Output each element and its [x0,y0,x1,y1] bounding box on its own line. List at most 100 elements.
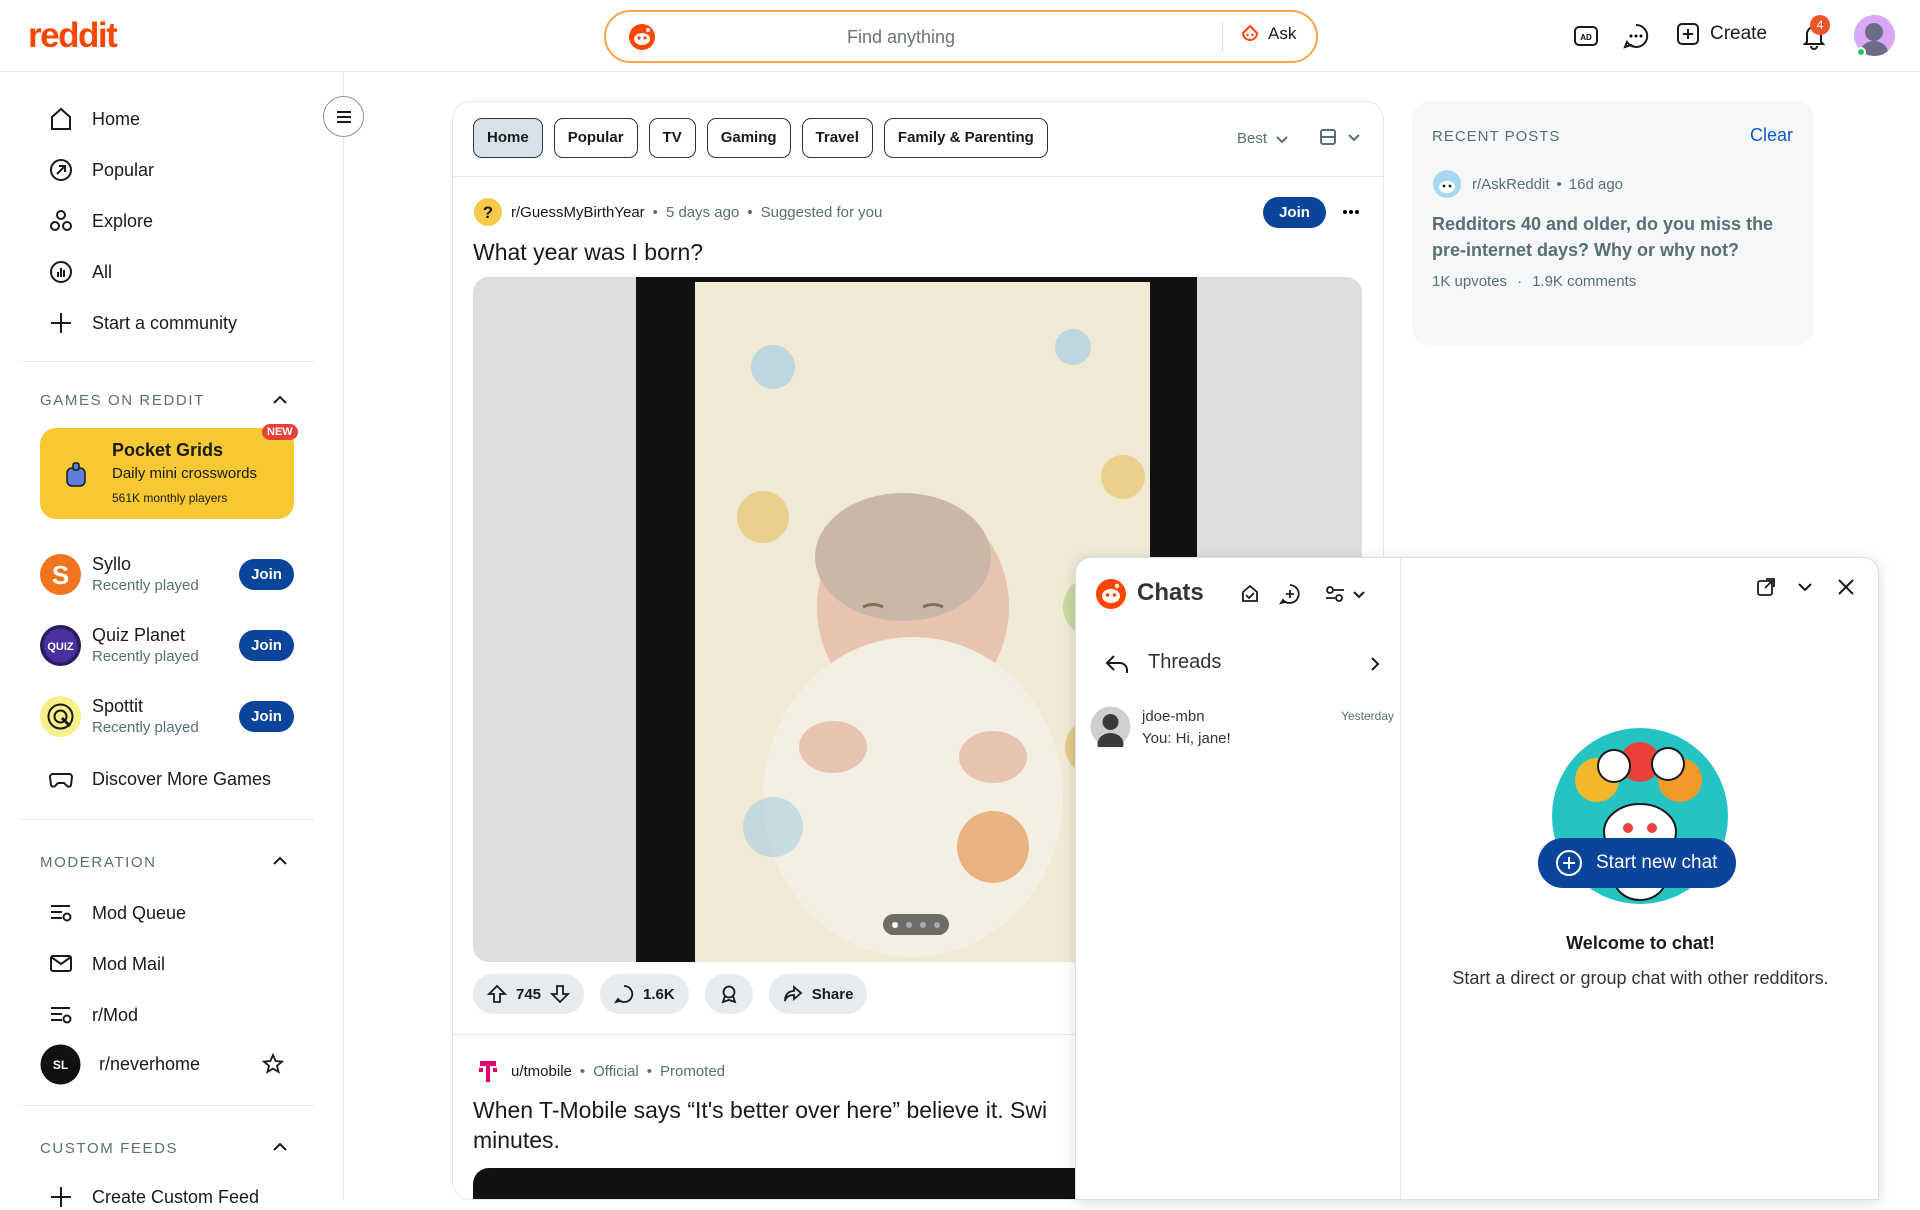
tab-gaming[interactable]: Gaming [706,118,791,158]
chat-username: jdoe-mbn [1142,708,1205,725]
reddit-logo[interactable]: reddit [28,16,118,56]
layout-dropdown[interactable] [1319,128,1361,146]
game-item-spottit[interactable]: Spottit Recently played Join [40,694,294,738]
search-input[interactable]: Find anything [606,27,1196,48]
popout-icon[interactable] [1755,576,1777,598]
join-button[interactable]: Join [239,701,294,732]
chevron-up-icon[interactable] [270,1137,290,1157]
share-button[interactable]: Share [768,974,868,1014]
sidebar-item-home[interactable]: Home [48,106,140,132]
sidebar-item-mod-queue[interactable]: Mod Queue [48,900,186,926]
game-name: Syllo [92,554,132,574]
card-layout-icon [1320,129,1336,145]
tab-family-parenting[interactable]: Family & Parenting [883,118,1048,158]
ask-button[interactable]: Ask [1240,24,1296,44]
pocket-grids-card[interactable]: Pocket Grids Daily mini crosswords 561K … [40,424,298,519]
game-item-syllo[interactable]: S Syllo Recently played Join [40,552,294,596]
downvote-icon[interactable] [550,984,571,1004]
recent-comments: 1.9K comments [1532,273,1637,290]
sidebar-item-all[interactable]: All [48,259,112,285]
recent-post-meta: r/AskReddit • 16d ago [1472,176,1624,193]
sidebar-item-label: r/Mod [92,1004,139,1025]
chat-icon[interactable] [1622,22,1650,50]
start-new-chat-button[interactable]: Start new chat [1538,838,1737,888]
tab-popular[interactable]: Popular [553,118,638,158]
upvote-count: 745 [516,985,542,1003]
search-bar[interactable]: Find anything Ask [604,10,1318,63]
close-icon[interactable] [1836,577,1856,597]
all-icon [50,261,72,283]
create-button[interactable]: Create [1676,22,1767,46]
collapse-sidebar-button[interactable] [323,96,364,137]
join-button[interactable]: Join [1263,197,1326,228]
sidebar-item-mod-mail[interactable]: Mod Mail [48,951,165,977]
vote-controls: 745 [473,974,585,1014]
pocket-grids-icon [66,462,86,487]
advertise-icon[interactable]: AD [1572,22,1600,50]
recent-post-title[interactable]: Redditors 40 and older, do you miss the … [1432,211,1792,263]
ask-label: Ask [1268,24,1297,43]
threads-reply-icon [1105,655,1128,673]
mod-queue-icon [51,905,72,922]
discover-more-games[interactable]: Discover More Games [48,766,271,792]
chevron-down-icon [1353,591,1365,599]
chat-sidebar: Chats Threads jdoe-mbn Yesterday You: Hi… [1076,558,1401,1199]
create-custom-feed[interactable]: Create Custom Feed [48,1184,259,1210]
sort-label: Best [1237,130,1268,147]
sidebar-item-label: Mod Mail [92,953,166,974]
start-new-chat-label: Start new chat [1596,852,1718,873]
promoted-post-meta: u/tmobile • Official • Promoted [473,1056,725,1086]
chat-thread-item[interactable]: jdoe-mbn Yesterday You: Hi, jane! [1090,706,1394,754]
award-icon [721,985,737,1004]
more-options-icon[interactable] [1341,202,1361,222]
upvote-icon[interactable] [487,984,507,1004]
recent-posts-panel: RECENT POSTS Clear r/AskReddit • 16d ago… [1412,101,1814,345]
quiz-planet-icon: QUIZ [40,625,81,666]
mark-read-icon[interactable] [1239,583,1261,605]
sort-dropdown[interactable]: Best [1237,130,1289,147]
suggested-label: Suggested for you [760,203,883,221]
minimize-chevron-icon[interactable] [1796,578,1814,596]
mod-mail-icon [50,955,72,972]
chat-filter-dropdown[interactable] [1324,583,1366,605]
chevron-up-icon[interactable] [270,390,290,410]
sidebar-item-popular[interactable]: Popular [48,157,154,183]
pocket-grids-players: 561K monthly players [112,491,228,505]
join-button[interactable]: Join [239,630,294,661]
sidebar-item-r-mod[interactable]: r/Mod [48,1002,138,1028]
recent-posts-heading: RECENT POSTS [1432,128,1561,145]
tab-home[interactable]: Home [473,118,543,158]
create-label: Create [1710,23,1768,44]
feed-tabs: Home Popular TV Gaming Travel Family & P… [473,118,1048,158]
advertiser-name[interactable]: u/tmobile [511,1063,572,1080]
new-chat-icon[interactable] [1279,583,1301,605]
pocket-grids-title: Pocket Grids [112,440,224,460]
promoted-post-title[interactable]: When T-Mobile says “It's better over her… [473,1097,1047,1124]
chats-title: Chats [1137,579,1204,606]
svg-text:?: ? [483,203,493,222]
sidebar-item-label: r/neverhome [99,1054,201,1074]
comments-button[interactable]: 1.6K [600,974,689,1014]
recent-subreddit[interactable]: r/AskReddit [1472,176,1550,193]
tab-travel[interactable]: Travel [801,118,873,158]
post-title[interactable]: What year was I born? [473,239,703,266]
hamburger-icon [336,110,351,123]
ask-icon [1241,24,1259,41]
share-icon [783,985,803,1002]
askreddit-icon [1433,170,1461,198]
game-name: Quiz Planet [92,625,186,645]
clear-recent-button[interactable]: Clear [1750,125,1793,146]
sidebar-item-start-community[interactable]: Start a community [48,310,237,336]
game-item-quiz-planet[interactable]: QUIZ Quiz Planet Recently played Join [40,623,294,667]
carousel-dots[interactable] [883,914,949,935]
subreddit-name[interactable]: r/GuessMyBirthYear [511,204,645,221]
join-button[interactable]: Join [239,559,294,590]
award-button[interactable] [704,974,753,1014]
sidebar-item-explore[interactable]: Explore [48,208,153,234]
favorite-star-icon[interactable] [262,1053,284,1075]
share-label: Share [811,985,854,1003]
threads-row[interactable]: Threads [1104,645,1394,681]
sidebar-item-r-neverhome[interactable]: SL r/neverhome [40,1044,200,1085]
tab-tv[interactable]: TV [648,118,696,158]
chevron-up-icon[interactable] [270,851,290,871]
